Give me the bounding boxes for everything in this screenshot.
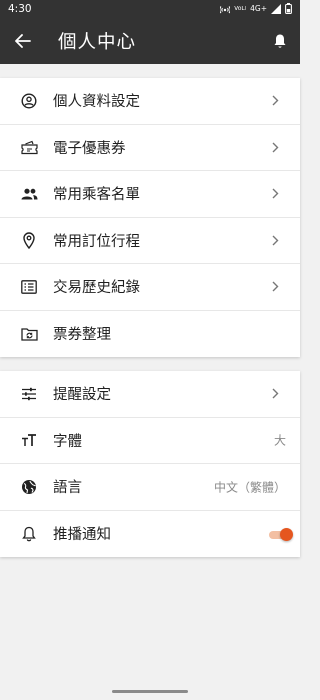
- menu-item-transaction-history[interactable]: 交易歷史紀錄: [0, 264, 300, 311]
- menu-item-label: 常用訂位行程: [53, 233, 140, 250]
- folder-sync-icon: [20, 325, 38, 343]
- home-indicator[interactable]: [112, 690, 188, 693]
- menu-item-label: 票券整理: [53, 327, 111, 344]
- chevron-right-icon: [272, 141, 280, 153]
- menu-item-frequent-trips[interactable]: 常用訂位行程: [0, 218, 300, 264]
- menu-item-e-coupons[interactable]: 電子優惠券: [0, 125, 300, 171]
- coupon-icon: [20, 138, 38, 156]
- globe-icon: [20, 478, 38, 496]
- location-pin-icon: [20, 231, 38, 249]
- menu-item-label: 電子優惠券: [53, 140, 126, 157]
- app-bar: 個人中心: [0, 17, 300, 64]
- chevron-right-icon: [272, 188, 280, 200]
- language-value: 中文（繁體）: [213, 480, 286, 495]
- push-notification-toggle[interactable]: [269, 527, 293, 541]
- chevron-right-icon: [272, 234, 280, 246]
- signal-icon: [271, 3, 281, 14]
- menu-item-label: 提醒設定: [53, 387, 111, 404]
- bell-outline-icon: [20, 525, 38, 543]
- menu-item-label: 個人資料設定: [53, 94, 140, 111]
- chevron-right-icon: [272, 388, 280, 400]
- toggle-thumb: [280, 527, 293, 541]
- page-title: 個人中心: [58, 31, 137, 53]
- menu-item-reminder-settings[interactable]: 提醒設定: [0, 371, 300, 418]
- menu-item-frequent-passengers[interactable]: 常用乘客名單: [0, 171, 300, 218]
- chevron-right-icon: [272, 281, 280, 293]
- status-icons: VoLTE 4G+: [220, 3, 292, 14]
- network-type: 4G+: [250, 4, 267, 13]
- battery-icon: [285, 3, 292, 14]
- status-bar: 4:30 VoLTE 4G+: [0, 0, 300, 17]
- menu-item-language[interactable]: 語言 中文（繁體）: [0, 464, 300, 511]
- volte-label: VoLTE: [234, 5, 247, 12]
- people-icon: [20, 185, 38, 203]
- menu-item-font-size[interactable]: 字體 大: [0, 418, 300, 464]
- tune-icon: [20, 385, 38, 403]
- menu-item-label: 推播通知: [53, 527, 111, 544]
- menu-item-label: 交易歷史紀錄: [53, 280, 140, 297]
- menu-item-ticket-organize[interactable]: 票券整理: [0, 311, 300, 358]
- account-section: 個人資料設定 電子優惠券 常用乘客名單 常用訂位行程 交易歷史紀錄 票券整理: [0, 78, 300, 357]
- bell-icon: [273, 33, 287, 49]
- list-alt-icon: [20, 278, 38, 296]
- back-button[interactable]: [0, 17, 46, 64]
- menu-item-profile-settings[interactable]: 個人資料設定: [0, 78, 300, 125]
- menu-item-push-notifications: 推播通知: [0, 511, 300, 558]
- settings-section: 提醒設定 字體 大 語言 中文（繁體） 推播通知: [0, 371, 300, 557]
- chevron-right-icon: [272, 95, 280, 107]
- menu-item-label: 字體: [53, 433, 82, 450]
- font-size-value: 大: [273, 433, 286, 448]
- account-circle-icon: [20, 92, 38, 110]
- arrow-left-icon: [15, 33, 31, 48]
- hotspot-icon: [220, 4, 231, 14]
- notifications-button[interactable]: [270, 17, 290, 64]
- text-size-icon: [20, 431, 38, 449]
- menu-item-label: 常用乘客名單: [53, 187, 140, 204]
- status-time: 4:30: [8, 2, 32, 15]
- menu-item-label: 語言: [53, 480, 82, 497]
